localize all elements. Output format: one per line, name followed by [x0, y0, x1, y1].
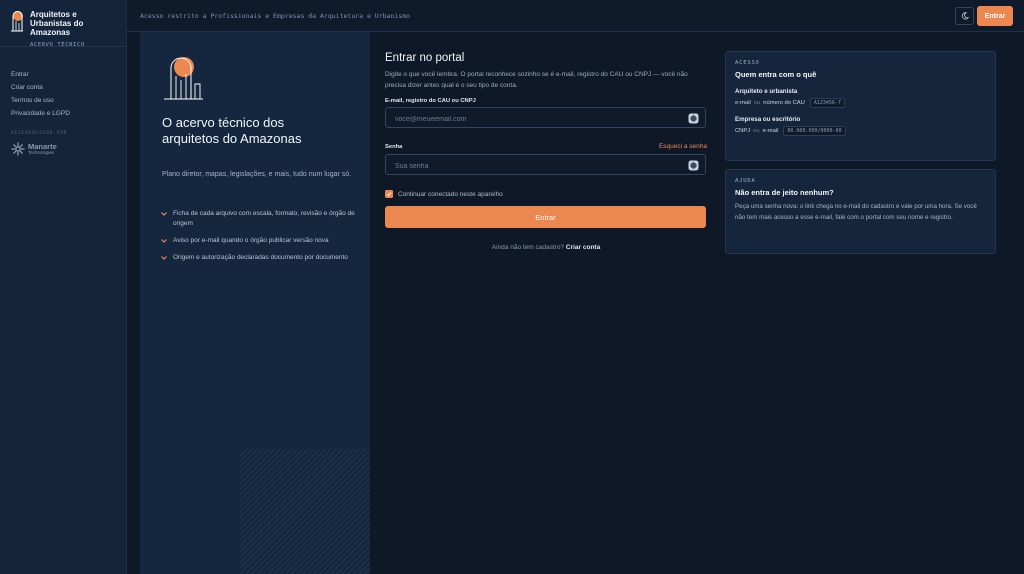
- help-card: AJUDA Não entra de jeito nenhum? Peça um…: [725, 169, 996, 254]
- check-icon: [386, 192, 392, 197]
- role-credential-2: número do CAU: [763, 100, 805, 106]
- password-label: Senha: [385, 144, 403, 150]
- role-or: ou: [753, 128, 760, 134]
- sidebar-item-termos[interactable]: Termos de uso: [11, 97, 116, 110]
- developer-credit: DESENVOLVIDO POR Manarte Technologies: [0, 123, 126, 156]
- role-or: ou: [753, 100, 761, 106]
- sidebar: Arquitetos e Urbanistas do Amazonas ACER…: [0, 0, 127, 574]
- signup-prompt: Ainda não tem cadastro? Criar conta: [385, 244, 707, 251]
- sidebar-nav: Entrar Criar conta Termos de uso Privaci…: [0, 47, 126, 123]
- hero-panel: O acervo técnico dos arquitetos do Amazo…: [140, 32, 370, 574]
- identifier-field[interactable]: [385, 107, 706, 129]
- moon-icon: [961, 12, 969, 20]
- feature-text: Ficha de cada arquivo com escala, format…: [173, 210, 355, 227]
- remember-label: Continuar conectado neste aparelho: [398, 190, 503, 198]
- access-notice: Acesso restrito a Profissionais e Empres…: [140, 12, 411, 20]
- brand-subtitle: ACERVO TÉCNICO: [30, 42, 85, 48]
- access-eyebrow: ACESSO: [735, 60, 760, 66]
- role-example-chip: 00.000.000/0000-00: [783, 126, 846, 136]
- hero-title: O acervo técnico dos arquitetos do Amazo…: [162, 115, 302, 146]
- password-field[interactable]: [385, 154, 706, 176]
- role-credentials: e-mail ou número do CAU A123456-7: [735, 98, 986, 108]
- role-title: Empresa ou escritório: [735, 116, 801, 123]
- developer-label: DESENVOLVIDO POR: [11, 131, 68, 136]
- password-input[interactable]: [386, 157, 676, 176]
- sidebar-item-entrar[interactable]: Entrar: [11, 71, 116, 84]
- theme-toggle-button[interactable]: [955, 7, 974, 25]
- help-title: Não entra de jeito nenhum?: [735, 188, 834, 197]
- sidebar-item-privacidade[interactable]: Privacidade e LGPD: [11, 110, 116, 123]
- identifier-label: E-mail, registro do CAU ou CNPJ: [385, 98, 476, 104]
- chevron-down-icon: [161, 212, 167, 216]
- submit-button[interactable]: Entrar: [385, 206, 706, 228]
- help-text: Peça uma senha nova: o link chega no e-m…: [735, 203, 977, 221]
- hero-hatch-pattern: [240, 449, 370, 574]
- help-eyebrow: AJUDA: [735, 178, 756, 184]
- brand-logo-icon: [11, 11, 23, 32]
- developer-sub: Technologies: [28, 149, 55, 155]
- role-credential-1: CNPJ: [735, 128, 751, 134]
- form-title: Entrar no portal: [385, 52, 465, 64]
- developer-name: Manarte: [28, 141, 57, 151]
- role-credential-2: e-mail: [762, 128, 779, 134]
- access-card: ACESSO Quem entra com o quê Arquiteto e …: [725, 51, 996, 161]
- role-example-chip: A123456-7: [809, 98, 845, 108]
- role-title: Arquiteto e urbanista: [735, 88, 798, 95]
- building-logo-icon: [164, 57, 203, 100]
- chevron-down-icon: [161, 239, 167, 243]
- password-manager-icon[interactable]: [688, 113, 699, 124]
- form-intro: Digite o que você lembra. O portal recon…: [385, 71, 688, 89]
- role-credentials: CNPJ ou e-mail 00.000.000/0000-00: [735, 126, 986, 136]
- brand[interactable]: Arquitetos e Urbanistas do Amazonas ACER…: [0, 0, 126, 48]
- role-company: Empresa ou escritório CNPJ ou e-mail 00.…: [735, 116, 986, 136]
- remember-me[interactable]: Continuar conectado neste aparelho: [385, 190, 503, 198]
- access-title: Quem entra com o quê: [735, 70, 817, 79]
- identifier-input[interactable]: [386, 110, 676, 129]
- feature-item: Aviso por e-mail quando o órgão publicar…: [160, 236, 360, 246]
- feature-text: Aviso por e-mail quando o órgão publicar…: [173, 237, 329, 244]
- developer-logo[interactable]: Manarte Technologies: [11, 142, 116, 156]
- forgot-password-link[interactable]: Esqueci a senha: [659, 143, 707, 150]
- manarte-logo-icon: [11, 142, 25, 156]
- hero-description: Plano diretor, mapas, legislações, e mai…: [162, 171, 352, 178]
- sidebar-item-criar-conta[interactable]: Criar conta: [11, 84, 116, 97]
- role-architect: Arquiteto e urbanista e-mail ou número d…: [735, 88, 986, 108]
- feature-list: Ficha de cada arquivo com escala, format…: [160, 209, 360, 270]
- topbar: Acesso restrito a Profissionais e Empres…: [127, 0, 1024, 32]
- chevron-down-icon: [161, 256, 167, 260]
- topbar-login-button[interactable]: Entrar: [977, 6, 1013, 26]
- password-manager-icon[interactable]: [688, 160, 699, 171]
- feature-text: Origem e autorização declaradas document…: [173, 254, 348, 261]
- feature-item: Origem e autorização declaradas document…: [160, 253, 360, 263]
- signup-text: Ainda não tem cadastro?: [491, 244, 565, 251]
- remember-checkbox[interactable]: [385, 190, 393, 198]
- brand-title: Arquitetos e Urbanistas do Amazonas: [30, 10, 84, 37]
- signup-link[interactable]: Criar conta: [566, 244, 600, 251]
- feature-item: Ficha de cada arquivo com escala, format…: [160, 209, 360, 229]
- role-credential-1: e-mail: [735, 100, 751, 106]
